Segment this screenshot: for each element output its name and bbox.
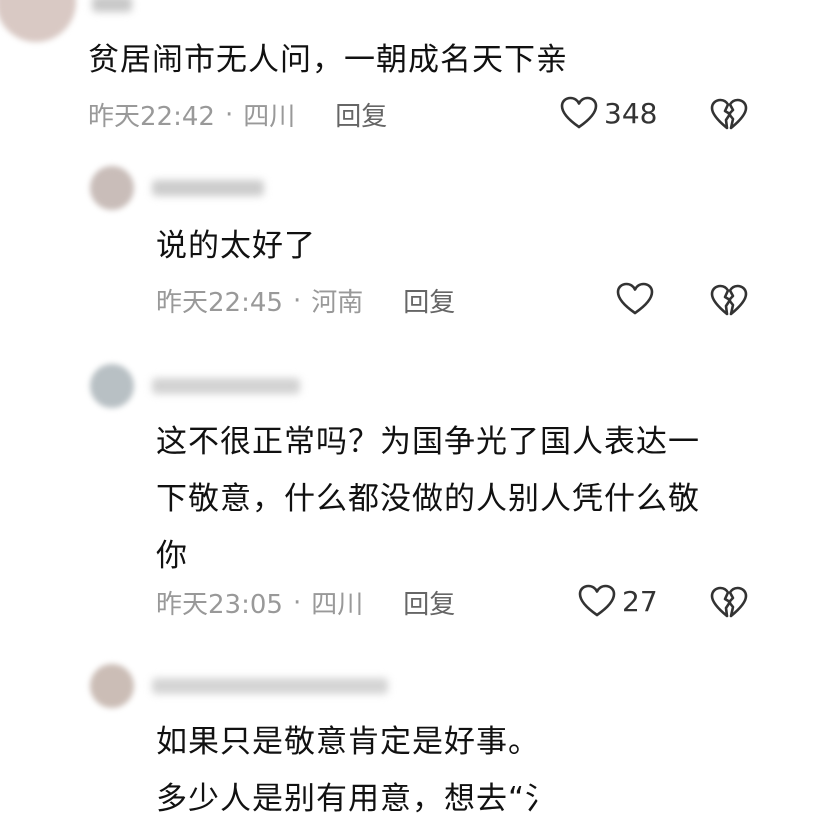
username-blurred[interactable] [152,180,264,196]
comment-region: 河南 [311,288,364,318]
dislike-button[interactable] [710,98,748,132]
comment-region: 四川 [311,590,364,620]
reply-button[interactable]: 回复 [403,282,455,319]
heart-outline-icon [578,584,616,618]
comment-time: 昨天23:05 [156,590,283,620]
comment-text: 贫居闹市无人问，一朝成名天下亲 [88,42,568,78]
like-button[interactable]: 27 [578,584,658,618]
meta-separator: · [224,99,234,130]
heart-outline-icon [616,282,654,316]
comment-meta: 昨天22:42 · 四川 回复 [88,96,387,133]
avatar[interactable] [0,0,76,42]
username-blurred[interactable] [152,678,388,694]
meta-separator: · [292,587,302,618]
avatar[interactable] [90,364,134,408]
dislike-button[interactable] [710,586,748,620]
like-button[interactable]: 348 [560,96,657,130]
avatar[interactable] [90,166,134,210]
like-button[interactable] [616,282,660,316]
heart-outline-icon [560,96,598,130]
comment-time: 昨天22:45 [156,288,283,318]
comment-text: 这不很正常吗？为国争光了国人表达一 下敬意，什么都没做的人别人凭什么敬 你 [156,424,700,574]
username-blurred[interactable] [152,378,300,394]
comment-meta: 昨天23:05 · 四川 回复 [156,584,455,621]
avatar[interactable] [90,664,134,708]
comment-time: 昨天22:42 [88,102,215,132]
reply-button[interactable]: 回复 [335,96,387,133]
broken-heart-icon [710,586,748,620]
comment-text: 如果只是敬意肯定是好事。 多少人是别有用意，想去“氵 [156,724,558,817]
broken-heart-icon [710,284,748,318]
like-count: 27 [622,584,658,618]
reply-button[interactable]: 回复 [403,584,455,621]
comment-meta: 昨天22:45 · 河南 回复 [156,282,455,319]
like-count: 348 [604,96,658,130]
dislike-button[interactable] [710,284,748,318]
username-blurred[interactable] [92,0,132,12]
comment-region: 四川 [243,102,296,132]
broken-heart-icon [710,98,748,132]
meta-separator: · [292,285,302,316]
comment-text: 说的太好了 [156,228,316,264]
